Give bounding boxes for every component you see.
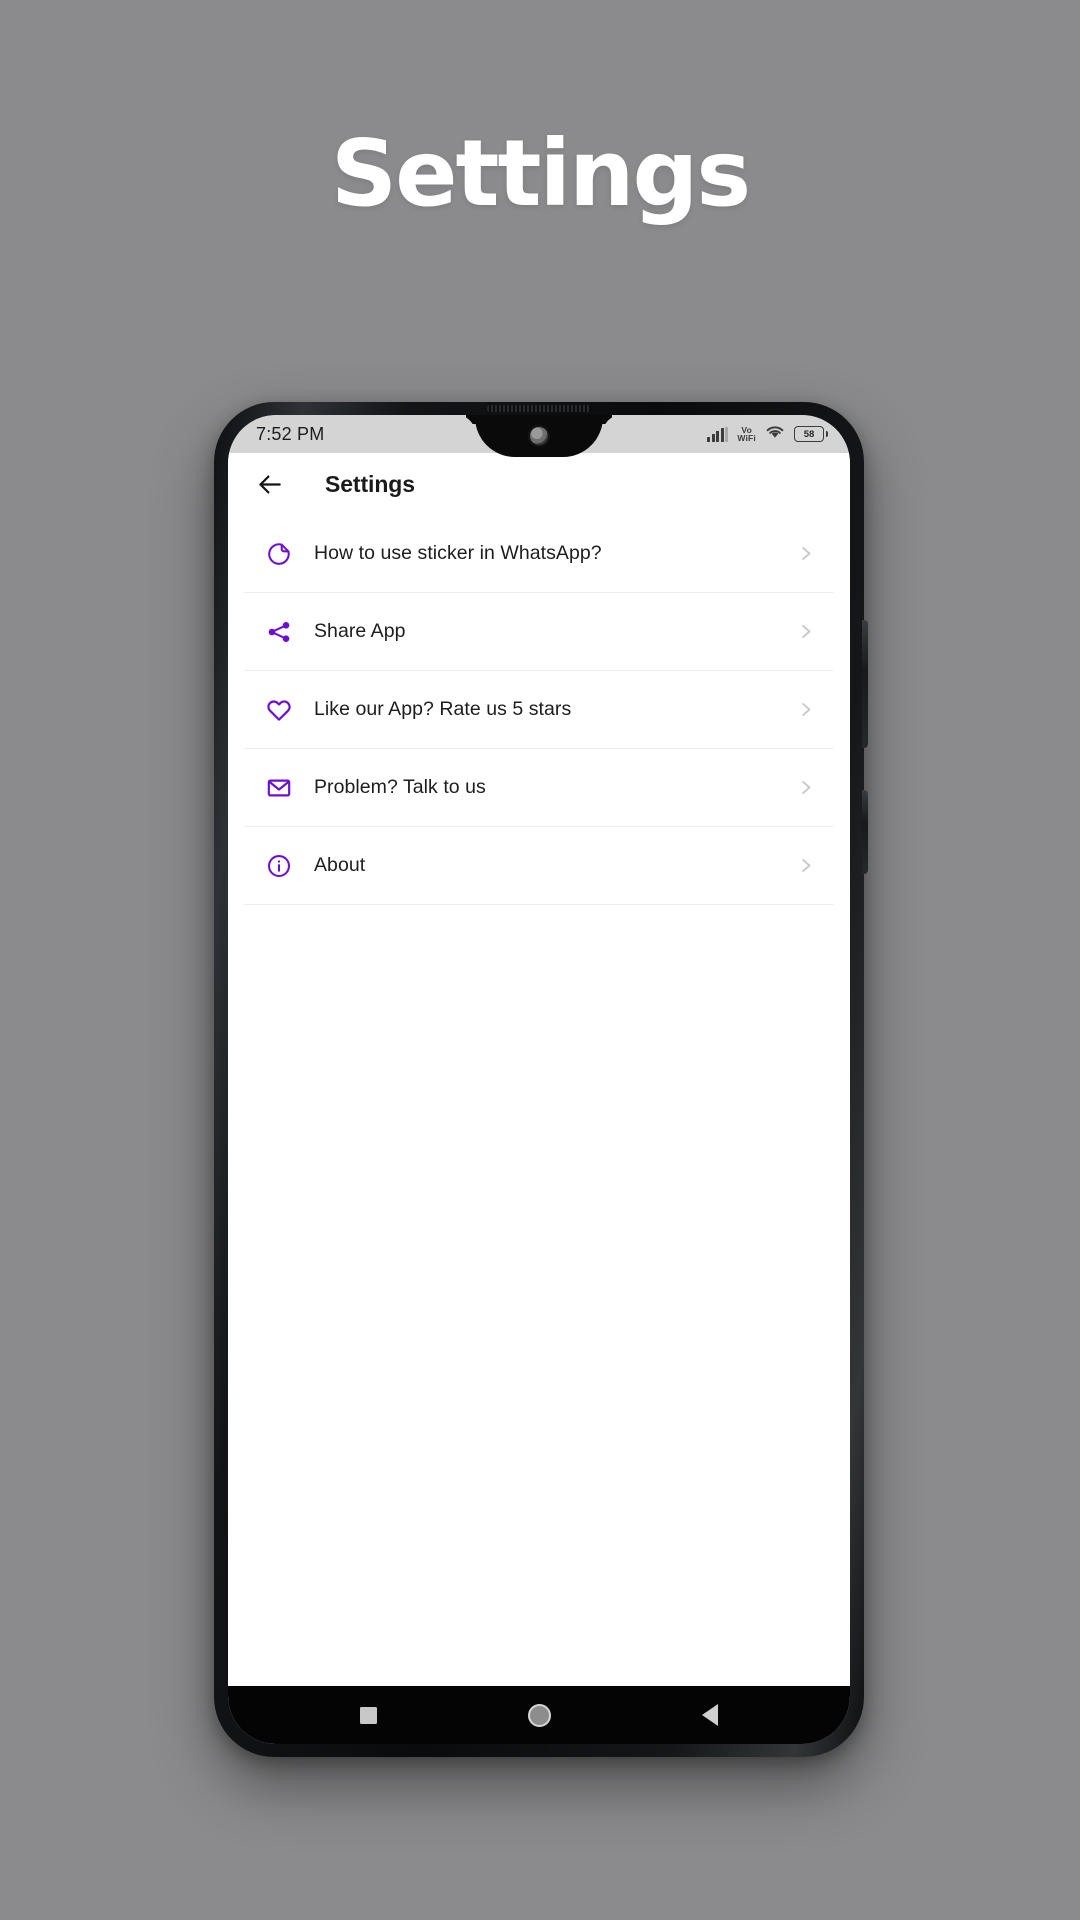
list-item-share-app[interactable]: Share App: [244, 593, 834, 671]
list-item-talk-to-us[interactable]: Problem? Talk to us: [244, 749, 834, 827]
list-item-about[interactable]: About: [244, 827, 834, 905]
list-item-label: About: [314, 854, 366, 877]
share-icon: [244, 619, 314, 645]
list-item-label: Like our App? Rate us 5 stars: [314, 698, 572, 721]
list-item-label: Problem? Talk to us: [314, 776, 486, 799]
vowifi-icon: Vo WiFi: [737, 425, 756, 443]
wifi-icon: [765, 424, 785, 444]
status-bar: 7:52 PM Vo WiFi 58: [228, 415, 850, 457]
home-circle-icon[interactable]: [527, 1703, 551, 1727]
signal-bars-icon: [707, 426, 729, 442]
front-camera-icon: [530, 427, 548, 445]
mail-icon: [244, 775, 314, 801]
volume-button[interactable]: [862, 620, 868, 748]
list-item-how-to-use-sticker[interactable]: How to use sticker in WhatsApp?: [244, 515, 834, 593]
screenshot-stage: Settings 7:52 PM Vo WiFi 58 Settings How…: [0, 0, 1080, 1920]
back-triangle-icon[interactable]: [702, 1704, 719, 1726]
earpiece-speaker: [487, 405, 591, 412]
chevron-right-icon[interactable]: [788, 856, 822, 875]
heart-icon: [244, 697, 314, 723]
display-notch: [475, 415, 603, 457]
battery-tip: [825, 431, 828, 437]
app-bar: Settings: [228, 453, 850, 515]
status-bar-clock: 7:52 PM: [256, 423, 325, 444]
phone-screen: 7:52 PM Vo WiFi 58 Settings How to use s…: [228, 415, 850, 1744]
list-item-label: How to use sticker in WhatsApp?: [314, 542, 602, 565]
chevron-right-icon[interactable]: [788, 622, 822, 641]
vowifi-line2: WiFi: [737, 433, 756, 443]
list-item-label: Share App: [314, 620, 406, 643]
battery-icon: 58: [794, 426, 828, 442]
sticker-icon: [244, 541, 314, 567]
status-bar-icons: Vo WiFi 58: [707, 424, 828, 444]
android-navigation-bar: [228, 1686, 850, 1744]
chevron-right-icon[interactable]: [788, 544, 822, 563]
phone-bezel: 7:52 PM Vo WiFi 58 Settings How to use s…: [228, 415, 850, 1744]
app-bar-title: Settings: [325, 470, 415, 497]
chevron-right-icon[interactable]: [788, 778, 822, 797]
phone-device-frame: 7:52 PM Vo WiFi 58 Settings How to use s…: [214, 402, 868, 1757]
page-title: Settings: [330, 120, 751, 227]
recents-square-icon[interactable]: [359, 1706, 377, 1724]
list-item-rate-us[interactable]: Like our App? Rate us 5 stars: [244, 671, 834, 749]
settings-list: How to use sticker in WhatsApp? Share Ap…: [228, 515, 850, 1686]
info-icon: [244, 853, 314, 879]
back-arrow-icon[interactable]: [256, 471, 283, 498]
power-button[interactable]: [862, 790, 868, 874]
chevron-right-icon[interactable]: [788, 700, 822, 719]
battery-percent-label: 58: [794, 426, 824, 442]
